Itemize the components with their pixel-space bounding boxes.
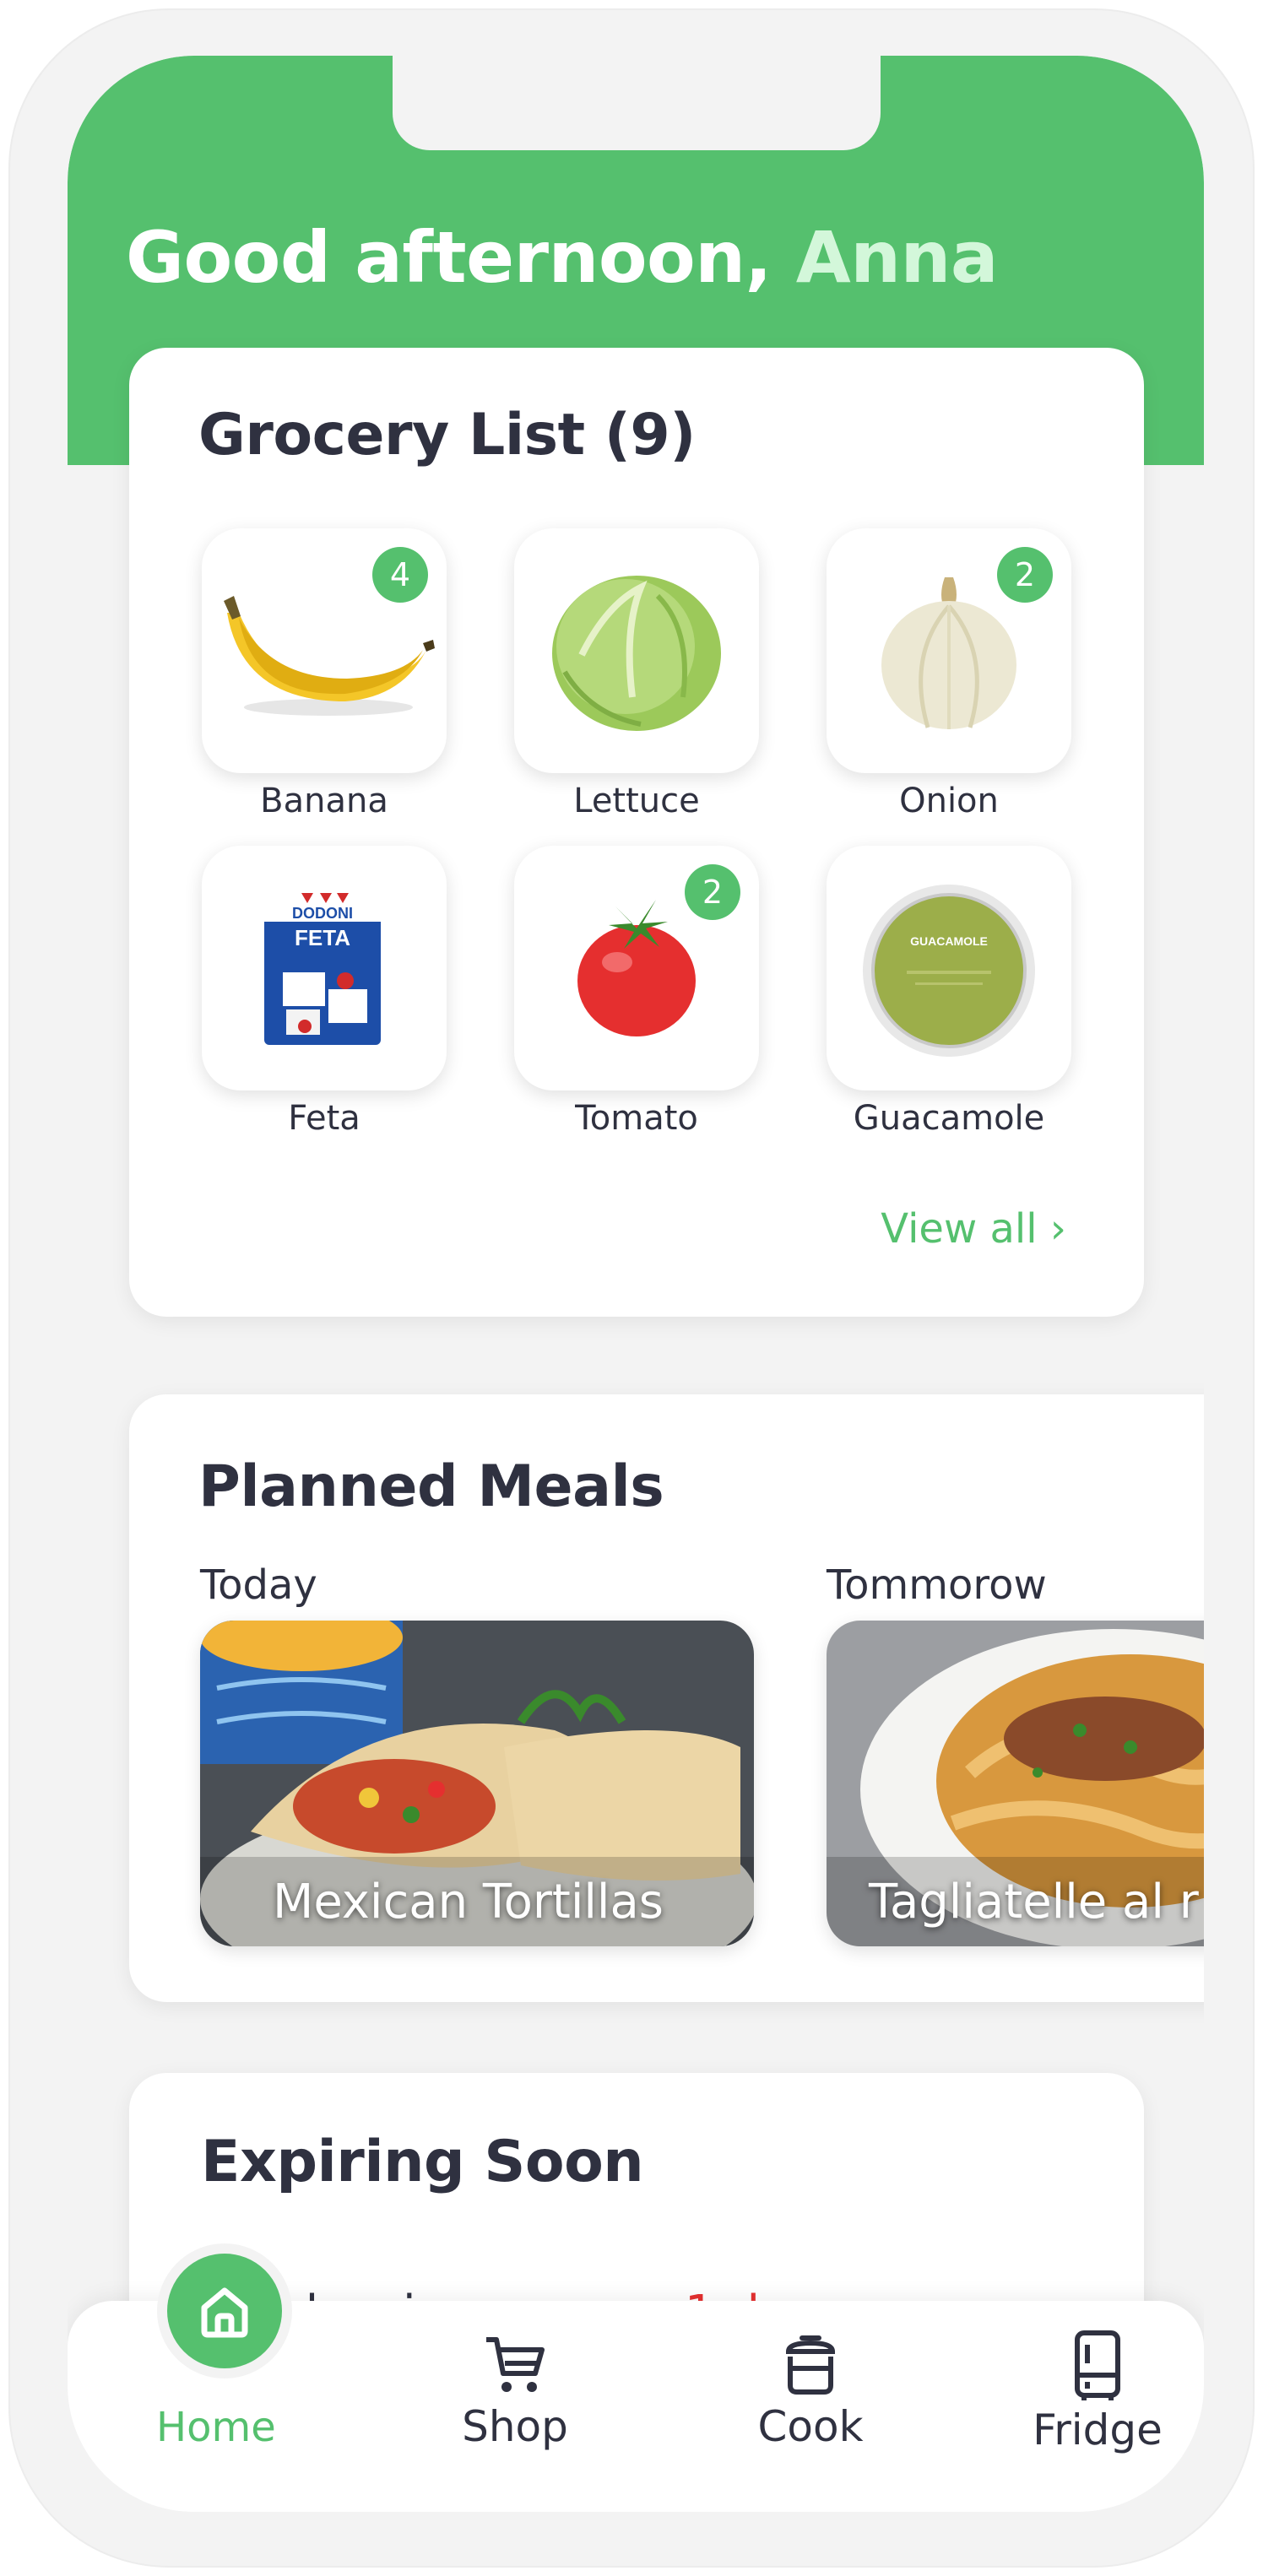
user-name: Anna (795, 216, 999, 299)
app-screen: Good afternoon, Anna Grocery List (9) 4 … (68, 56, 1204, 2512)
grocery-item-label: Banana (260, 782, 388, 820)
meal-name: Mexican Tortillas (273, 1875, 664, 1929)
guacamole-icon: GUACAMOLE (863, 885, 1035, 1057)
home-icon (201, 2287, 248, 2338)
meal-card-mexican-tortillas[interactable]: Mexican Tortillas (200, 1621, 754, 1946)
meal-day-label: Today (200, 1561, 317, 1609)
view-all-link[interactable]: View all › (881, 1205, 1066, 1253)
grocery-tile[interactable]: 2 (514, 846, 759, 1090)
grocery-tile[interactable] (514, 528, 759, 773)
nav-item-cook-label: Cook (757, 2402, 864, 2451)
grocery-tile[interactable]: 4 (202, 528, 447, 773)
nav-item-shop-label: Shop (462, 2402, 568, 2451)
nav-item-fridge-label: Fridge (1033, 2406, 1163, 2454)
planned-meals-card: Planned Meals Today Mexican Tortillas To… (129, 1394, 1204, 2002)
nav-home-button[interactable] (157, 2243, 292, 2378)
quantity-badge: 2 (997, 547, 1053, 603)
quantity-badge: 2 (685, 864, 740, 920)
feta-icon: DODONI FETA (264, 888, 381, 1045)
feta-product: FETA (295, 925, 350, 950)
cart-icon (486, 2337, 545, 2392)
greeting-prefix: Good afternoon, (126, 216, 772, 299)
grocery-item-guacamole[interactable]: GUACAMOLE Guacamole (827, 846, 1071, 1138)
meal-day-label: Tommorow (827, 1561, 1047, 1609)
grocery-item-label: Lettuce (573, 782, 700, 820)
grocery-item-label: Onion (899, 782, 999, 820)
grocery-tile[interactable]: 2 (827, 528, 1071, 773)
phone-notch (393, 56, 881, 150)
grocery-tile[interactable]: DODONI FETA (202, 846, 447, 1090)
grocery-item-tomato[interactable]: 2 Tomato (514, 846, 759, 1138)
fridge-icon (1075, 2330, 1120, 2400)
grocery-item-onion[interactable]: 2 Onion (827, 528, 1071, 820)
pot-icon (785, 2335, 836, 2395)
meal-name: Tagliatelle al r (869, 1875, 1199, 1929)
nav-item-home-label[interactable]: Home (156, 2404, 276, 2451)
nav-item-fridge[interactable]: Fridge (1013, 2330, 1182, 2454)
planned-meals-title: Planned Meals (198, 1453, 664, 1520)
grocery-tile[interactable]: GUACAMOLE (827, 846, 1071, 1090)
grocery-item-banana[interactable]: 4 Banana (202, 528, 447, 820)
grocery-item-label: Feta (288, 1099, 360, 1138)
bottom-nav: Home Shop Cook Fridge (68, 2243, 1204, 2512)
greeting-title: Good afternoon, Anna (126, 216, 999, 299)
grocery-item-label: Guacamole (853, 1099, 1045, 1138)
expiring-soon-title: Expiring Soon (201, 2129, 644, 2195)
nav-item-cook[interactable]: Cook (726, 2331, 895, 2451)
lettuce-icon (552, 576, 721, 731)
quantity-badge: 4 (372, 547, 428, 603)
guacamole-pack-label: GUACAMOLE (910, 934, 988, 948)
meal-card-tagliatelle[interactable]: Tagliatelle al r (827, 1621, 1204, 1946)
grocery-list-title: Grocery List (9) (198, 402, 696, 468)
grocery-item-feta[interactable]: DODONI FETA Feta (202, 846, 447, 1138)
grocery-item-lettuce[interactable]: Lettuce (514, 528, 759, 820)
nav-item-shop[interactable]: Shop (431, 2331, 599, 2451)
grocery-list-card: Grocery List (9) 4 Banana Lettuce 2 Onio… (129, 348, 1144, 1317)
grocery-item-label: Tomato (575, 1099, 698, 1138)
feta-brand: DODONI (292, 905, 353, 922)
